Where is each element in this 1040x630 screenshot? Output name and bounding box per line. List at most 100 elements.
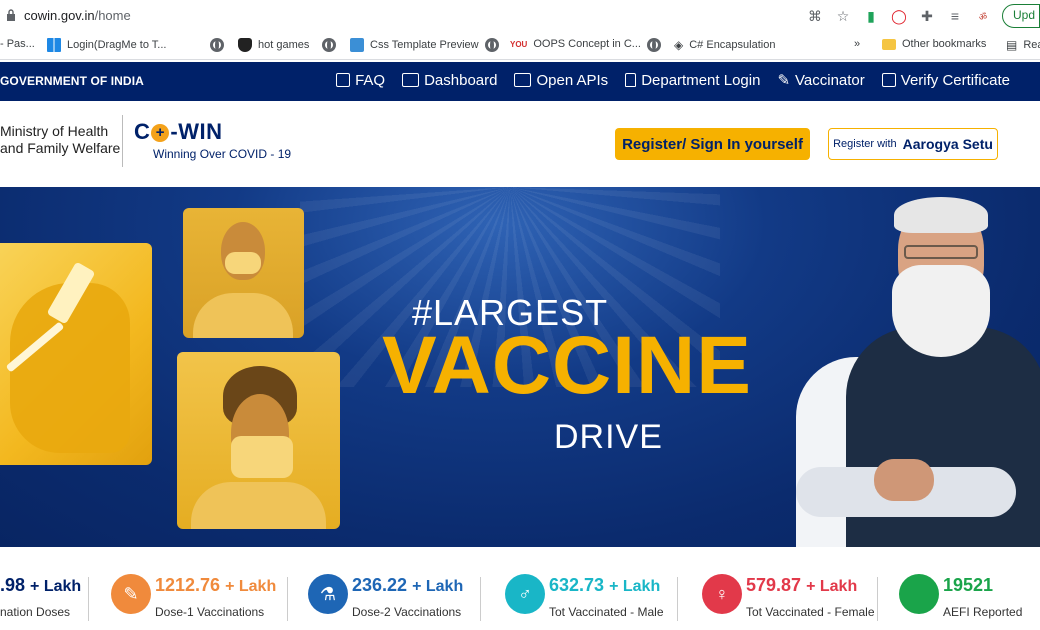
nav-verify-certificate[interactable]: Verify Certificate xyxy=(881,71,1010,89)
logo-co: C xyxy=(134,119,151,144)
windows-icon xyxy=(47,38,61,52)
bookmark-item[interactable]: Css Template Preview xyxy=(350,38,479,52)
stat-value: 579.87 + Lakh xyxy=(746,575,857,596)
stat-divider xyxy=(677,577,678,621)
bookmark-label: C# Encapsulation xyxy=(689,39,776,51)
worker-mask xyxy=(225,252,261,274)
lock-icon xyxy=(7,9,15,21)
bookmark-item[interactable]: ◈ C# Encapsulation xyxy=(674,38,775,52)
shield-icon xyxy=(238,38,252,52)
stat-value: 236.22 + Lakh xyxy=(352,575,463,596)
ministry-line-2: and Family Welfare xyxy=(0,140,121,156)
aarogya-name: Aarogya Setu xyxy=(902,136,993,152)
stat-number: .98 xyxy=(0,575,26,595)
url-field[interactable]: cowin.gov.in/home xyxy=(24,8,131,23)
logo-plus: + xyxy=(151,124,170,142)
stat-label: Dose-2 Vaccinations xyxy=(352,605,462,619)
diamond-icon: ◈ xyxy=(674,38,684,52)
syringe-icon: ✎ xyxy=(777,72,791,89)
nav-label: FAQ xyxy=(355,71,386,89)
tagline: Winning Over COVID - 19 xyxy=(153,147,292,161)
folder-icon xyxy=(882,38,896,50)
bookmark-item[interactable] xyxy=(210,38,224,52)
stat-label: AEFI Reported xyxy=(943,605,1023,619)
nav-open-apis[interactable]: Open APIs xyxy=(514,71,608,89)
gov-nav-bar: GOVERNMENT OF INDIA FAQ Dashboard Open A… xyxy=(0,62,1040,101)
bookmark-item[interactable]: YOU OOPS Concept in C... xyxy=(510,38,641,50)
stat-dose-2: ⚗ 236.22 + Lakh Dose-2 Vaccinations xyxy=(308,547,488,630)
stat-label: nation Doses xyxy=(0,605,71,619)
nav-label: Dashboard xyxy=(424,71,498,89)
nav-dashboard[interactable]: Dashboard xyxy=(402,71,497,89)
browser-address-bar: cowin.gov.in/home ⌘ ☆ ▮ ◯ ✚ ≡ ॐ Upd xyxy=(0,0,1040,32)
bookmark-item[interactable] xyxy=(647,38,661,52)
bookmark-item[interactable] xyxy=(322,38,336,52)
update-button[interactable]: Upd xyxy=(1001,4,1040,28)
reading-list-button[interactable]: ▤ Rea xyxy=(1006,38,1040,52)
stat-unit: + Lakh xyxy=(412,578,464,595)
reading-list-icon: ▤ xyxy=(1006,38,1018,52)
circle-icon xyxy=(899,574,939,614)
stat-male: ♂ 632.73 + Lakh Tot Vaccinated - Male xyxy=(505,547,685,630)
opera-extension-icon[interactable]: ◯ xyxy=(890,7,908,25)
pm-hair xyxy=(894,197,988,233)
globe-icon xyxy=(210,38,224,52)
stat-number: 19521 xyxy=(943,575,994,595)
browser-toolbar-icons: ⌘ ☆ ▮ ◯ ✚ ≡ ॐ Upd xyxy=(806,4,1040,28)
bookmark-item[interactable]: - Pas... xyxy=(0,38,35,50)
nav-label: Verify Certificate xyxy=(900,71,1010,89)
pm-glasses xyxy=(904,245,978,259)
stat-divider xyxy=(877,577,878,621)
hero-headline-vaccine: VACCINE xyxy=(382,320,752,411)
stat-unit: + Lakh xyxy=(225,578,277,595)
stat-value: 1212.76 + Lakh xyxy=(155,575,276,596)
stat-number: 236.22 xyxy=(352,575,408,595)
evernote-extension-icon[interactable]: ▮ xyxy=(862,7,880,25)
translate-icon[interactable]: ⌘ xyxy=(806,7,824,25)
stat-total-doses: .98 + Lakh nation Doses xyxy=(0,547,90,630)
bookmark-label: hot games xyxy=(258,39,310,51)
cowin-logo[interactable]: C + -WIN xyxy=(134,119,222,145)
stat-value: .98 + Lakh xyxy=(0,575,81,596)
extensions-icon[interactable]: ✚ xyxy=(918,7,936,25)
site-header: Ministry of Health and Family Welfare C +… xyxy=(0,101,1040,187)
register-sign-in-button[interactable]: Register/ Sign In yourself xyxy=(615,128,810,160)
bookmark-folder[interactable]: Other bookmarks xyxy=(882,38,986,50)
gov-title: GOVERNMENT OF INDIA xyxy=(0,74,144,88)
nav-faq[interactable]: FAQ xyxy=(336,71,385,89)
star-icon[interactable]: ☆ xyxy=(834,7,852,25)
stat-unit: + Lakh xyxy=(30,578,82,595)
nav-department-login[interactable]: Department Login xyxy=(625,71,760,89)
vaccination-stats: .98 + Lakh nation Doses ✎ 1212.76 + Lakh… xyxy=(0,547,1040,630)
api-icon xyxy=(514,73,532,87)
header-divider xyxy=(122,115,123,167)
bookmark-item[interactable] xyxy=(485,38,499,52)
worker-body xyxy=(193,293,293,338)
globe-icon xyxy=(485,38,499,52)
profile-extension-icon[interactable]: ॐ xyxy=(974,7,992,25)
globe-icon xyxy=(322,38,336,52)
stat-divider xyxy=(287,577,288,621)
url-path: /home xyxy=(94,8,131,23)
media-icon[interactable]: ≡ xyxy=(946,7,964,25)
nav-vaccinator[interactable]: ✎ Vaccinator xyxy=(777,71,865,90)
bookmark-label: OOPS Concept in C... xyxy=(533,38,641,50)
aarogya-prefix: Register with xyxy=(833,138,897,150)
stat-number: 579.87 xyxy=(746,575,802,595)
template-icon xyxy=(350,38,364,52)
url-host: cowin.gov.in xyxy=(24,8,95,23)
more-bookmarks-button[interactable]: » xyxy=(854,38,860,50)
register-aarogya-setu-button[interactable]: Register with Aarogya Setu xyxy=(828,128,998,160)
hero-headline-drive: DRIVE xyxy=(554,418,663,456)
bookmark-item[interactable]: Login(DragMe to T... xyxy=(47,38,166,52)
hero-banner: #LARGEST VACCINE DRIVE xyxy=(0,187,1040,547)
nav-label: Vaccinator xyxy=(795,71,865,89)
gov-nav: FAQ Dashboard Open APIs Department Login… xyxy=(336,71,1010,89)
stat-unit: + Lakh xyxy=(609,578,661,595)
stat-label: Tot Vaccinated - Male xyxy=(549,605,664,619)
bookmark-item[interactable]: hot games xyxy=(238,38,309,52)
bookmarks-bar: - Pas... Login(DragMe to T... hot games … xyxy=(0,32,1040,60)
stat-divider xyxy=(88,577,89,621)
globe-icon xyxy=(647,38,661,52)
health-worker-photo xyxy=(183,208,304,338)
